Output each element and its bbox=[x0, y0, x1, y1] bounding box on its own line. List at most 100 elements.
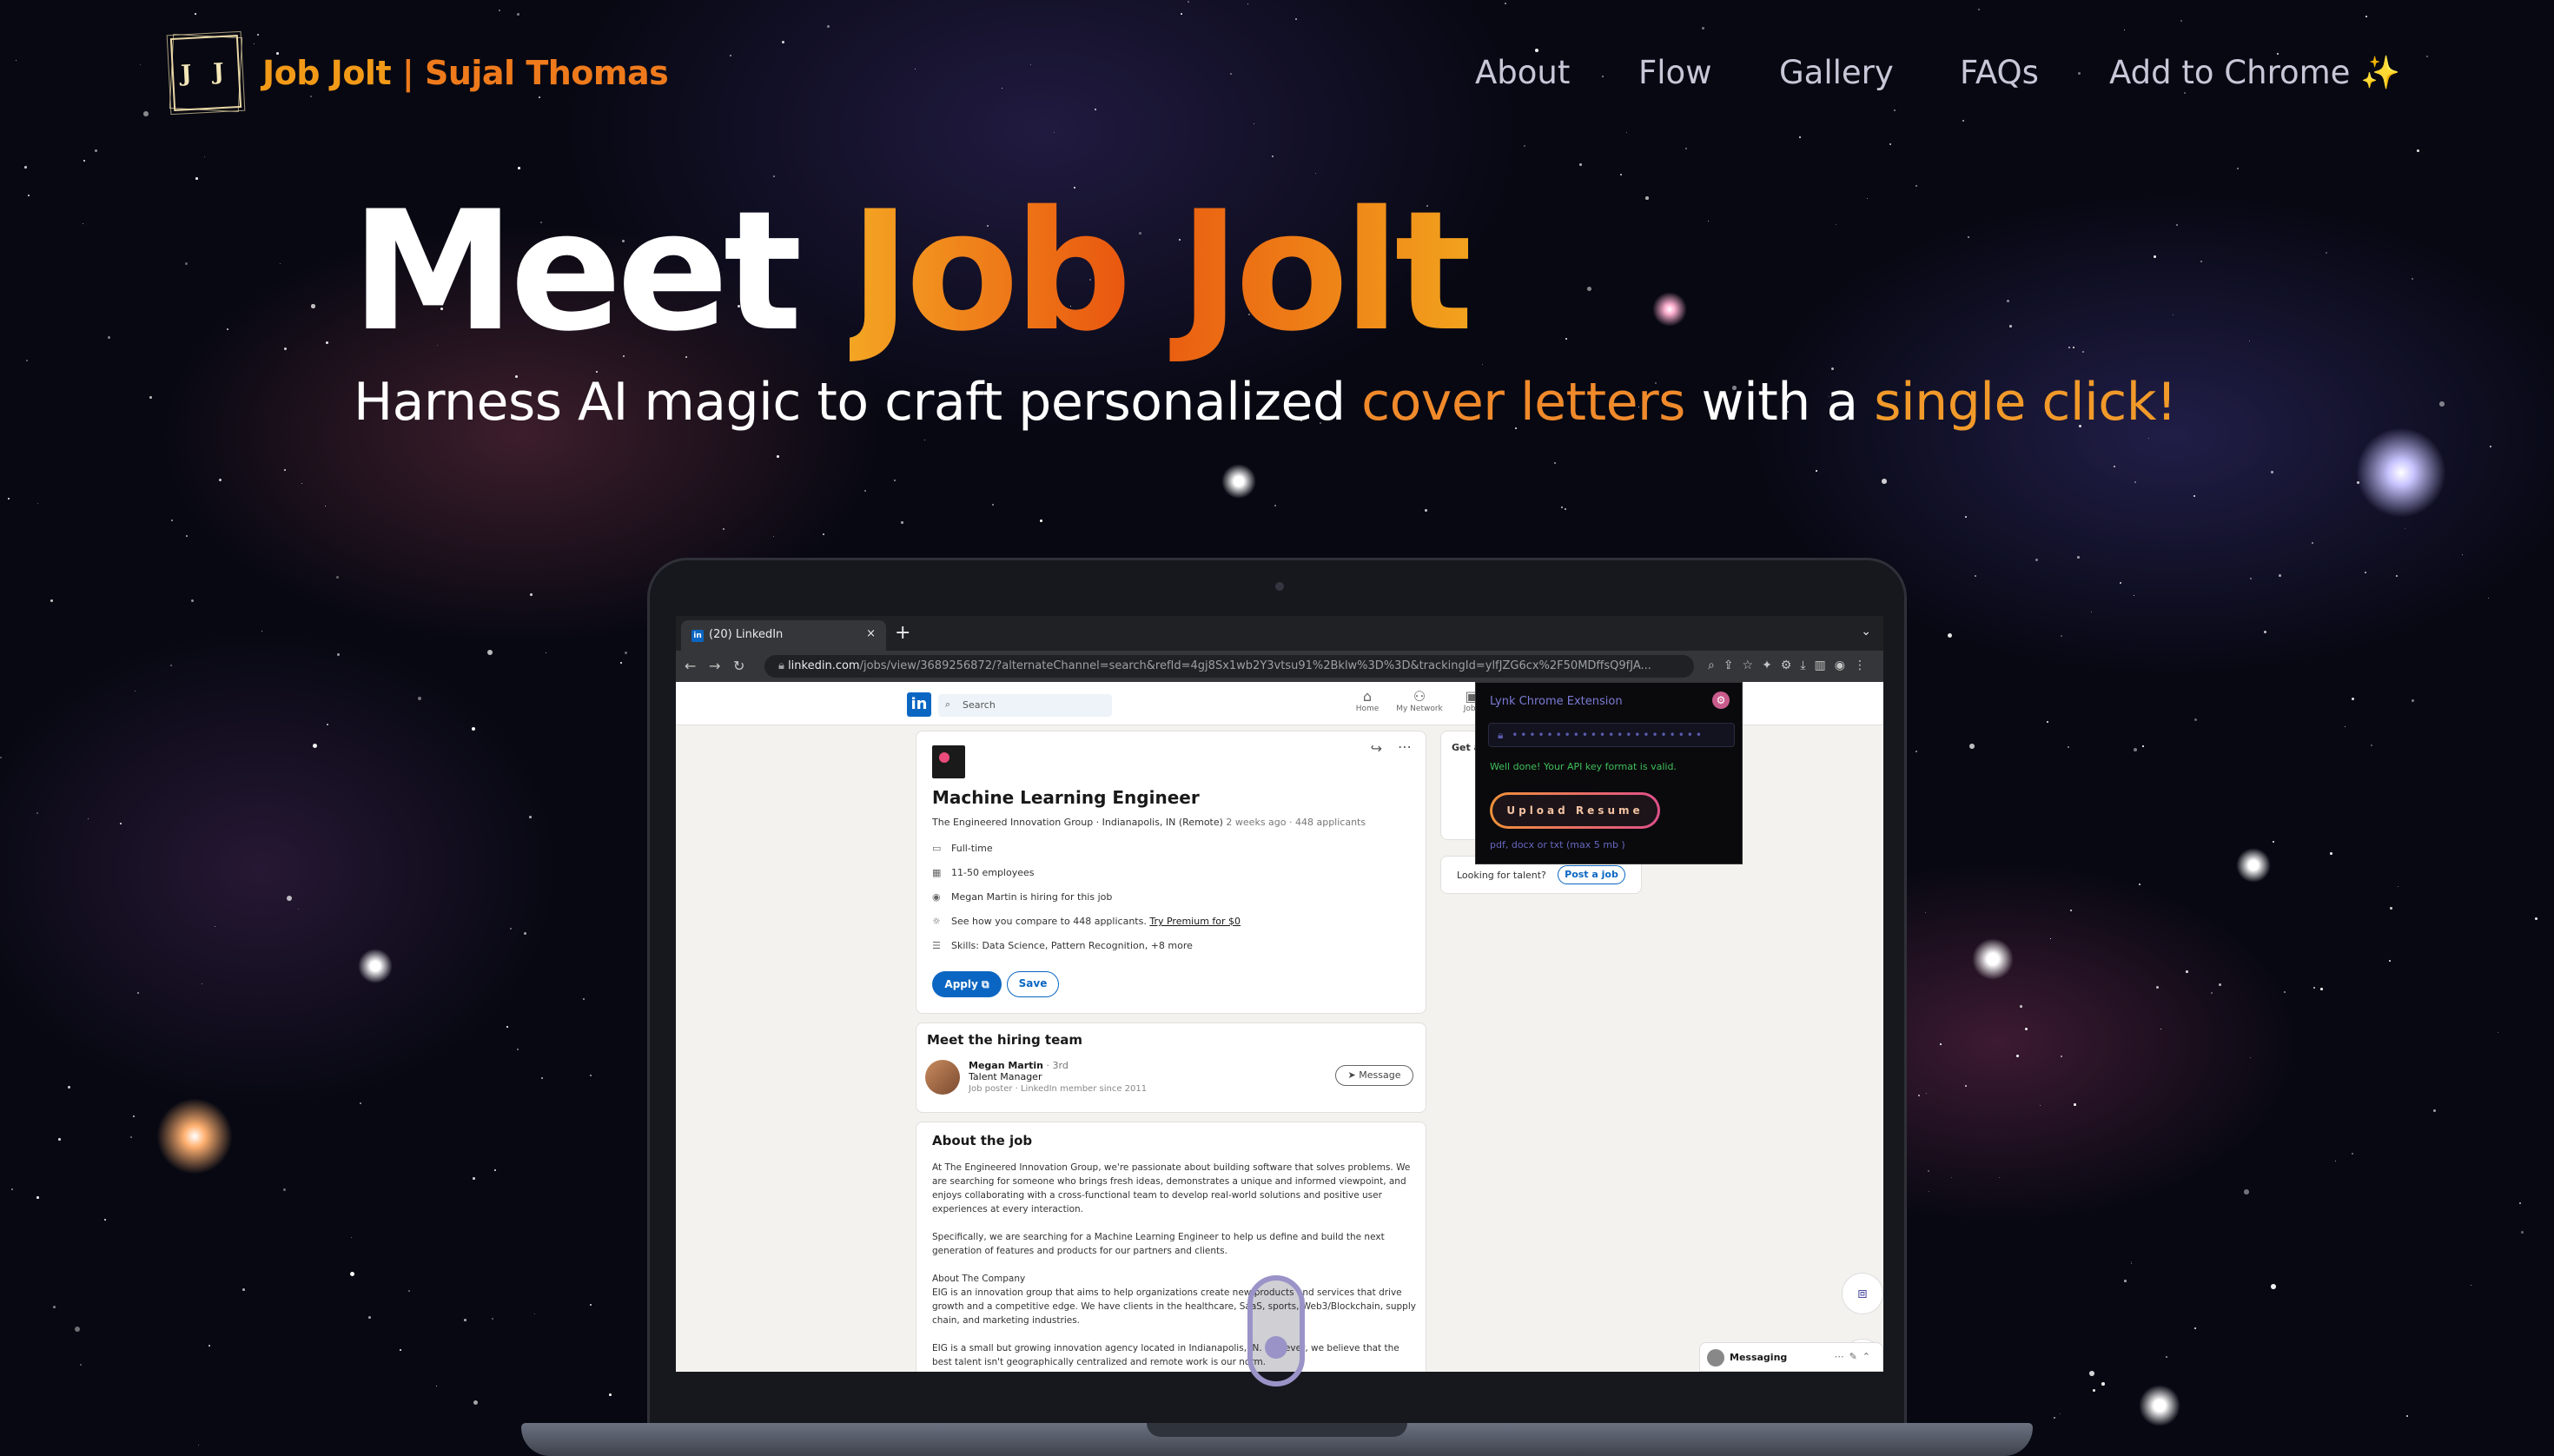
star bbox=[301, 483, 303, 485]
message-button[interactable]: ➤ Message bbox=[1335, 1065, 1413, 1086]
avatar[interactable] bbox=[925, 1060, 960, 1095]
post-job-button[interactable]: Post a job bbox=[1558, 865, 1625, 884]
browser-extension-icons[interactable]: ⌕⇪☆✦⚙⤓▥◉⋮ bbox=[1708, 659, 1875, 672]
star bbox=[2009, 325, 2012, 328]
api-key-value: •••••••••••••••••••••• bbox=[1512, 729, 1704, 741]
star bbox=[2271, 1284, 2276, 1289]
star bbox=[499, 10, 500, 11]
company-logo[interactable] bbox=[932, 745, 965, 778]
nav-faqs[interactable]: FAQs bbox=[1960, 54, 2039, 91]
star bbox=[351, 1237, 353, 1239]
recruiter-name[interactable]: Megan Martin bbox=[969, 1060, 1043, 1071]
star bbox=[1565, 508, 1566, 510]
job-title[interactable]: Machine Learning Engineer bbox=[932, 787, 1200, 808]
about-paragraph-4: EIG is a small but growing innovation ag… bbox=[932, 1343, 1399, 1367]
recruiter-meta: Job poster · LinkedIn member since 2011 bbox=[969, 1084, 1148, 1094]
star bbox=[2142, 745, 2144, 747]
linkedin-logo-icon[interactable]: in bbox=[907, 692, 931, 717]
messaging-bar[interactable]: Messaging ⋯✎⌃ bbox=[1699, 1342, 1883, 1372]
linkedin-nav-my-network[interactable]: ⚇ My Network bbox=[1393, 689, 1446, 714]
star bbox=[2093, 1389, 2095, 1392]
star bbox=[1962, 120, 1965, 122]
star bbox=[171, 520, 174, 522]
lock-icon: 🔒︎ bbox=[1498, 729, 1512, 741]
scroll-indicator-icon[interactable] bbox=[1247, 1275, 1305, 1387]
star bbox=[620, 662, 623, 665]
building-icon: ▦ bbox=[932, 867, 942, 878]
star bbox=[1965, 1085, 1967, 1087]
company-size-row: ▦ 11-50 employees bbox=[932, 867, 1035, 878]
upload-resume-button[interactable]: Upload Resume bbox=[1490, 792, 1660, 829]
star bbox=[298, 909, 300, 910]
star bbox=[2312, 542, 2313, 544]
url-path: /jobs/view/3689256872/?alternateChannel=… bbox=[859, 659, 1651, 672]
about-heading: About the job bbox=[932, 1133, 1033, 1148]
star bbox=[524, 932, 526, 935]
hero-title: Meet Job Jolt bbox=[351, 189, 1473, 354]
nav-add-to-chrome[interactable]: Add to Chrome ✨ bbox=[2109, 54, 2400, 92]
recruiter-degree: · 3rd bbox=[1043, 1060, 1069, 1071]
star bbox=[1181, 13, 1182, 15]
star bbox=[2061, 635, 2063, 638]
linkedin-search-input[interactable]: ⌕ Search bbox=[938, 694, 1112, 717]
star bbox=[864, 490, 867, 493]
star bbox=[88, 818, 89, 820]
star bbox=[135, 691, 136, 692]
hero-subtitle: Harness AI magic to craft personalized c… bbox=[354, 372, 2177, 433]
api-key-input[interactable]: 🔒︎ •••••••••••••••••••••• bbox=[1488, 723, 1735, 747]
star bbox=[1925, 912, 1927, 914]
star bbox=[2061, 1056, 2062, 1057]
premium-link[interactable]: Try Premium for $0 bbox=[1149, 916, 1241, 927]
save-button[interactable]: Save bbox=[1007, 971, 1059, 997]
star bbox=[2194, 718, 2198, 722]
new-tab-icon[interactable]: + bbox=[895, 622, 910, 644]
star bbox=[2016, 1055, 2019, 1057]
forward-arrow-icon[interactable]: → bbox=[709, 658, 720, 674]
browser-tab[interactable]: in (20) LinkedIn × bbox=[681, 620, 886, 651]
nav-about[interactable]: About bbox=[1475, 54, 1570, 91]
star bbox=[327, 724, 329, 726]
star bbox=[2194, 1327, 2197, 1330]
star bbox=[1867, 198, 1869, 200]
close-tab-icon[interactable]: × bbox=[866, 627, 876, 640]
linkedin-nav-home[interactable]: ⌂ Home bbox=[1341, 689, 1393, 714]
floating-tool-icon[interactable]: ⧈ bbox=[1842, 1273, 1883, 1314]
star bbox=[0, 757, 3, 759]
tab-search-chevron-icon[interactable]: ⌄ bbox=[1861, 625, 1871, 639]
nav-gallery[interactable]: Gallery bbox=[1779, 54, 1894, 91]
share-icon[interactable]: ↪ bbox=[1371, 740, 1382, 757]
star bbox=[894, 480, 897, 482]
star bbox=[2131, 1263, 2133, 1265]
star bbox=[1579, 163, 1582, 166]
apply-button[interactable]: Apply ⧉ bbox=[932, 971, 1002, 997]
star bbox=[1816, 470, 1817, 472]
star bbox=[2284, 991, 2286, 994]
star bbox=[37, 503, 39, 505]
glowing-star bbox=[2139, 1385, 2180, 1426]
star bbox=[337, 653, 340, 656]
star bbox=[186, 535, 188, 537]
star bbox=[2521, 1231, 2524, 1234]
star bbox=[2156, 986, 2159, 989]
upload-resume-label: Upload Resume bbox=[1492, 795, 1657, 826]
reload-icon[interactable]: ↻ bbox=[733, 658, 744, 674]
address-bar[interactable]: 🔒︎ linkedin.com/jobs/view/3689256872/?al… bbox=[764, 655, 1694, 678]
skills-text[interactable]: Skills: Data Science, Pattern Recognitio… bbox=[951, 940, 1193, 951]
company-size: 11-50 employees bbox=[951, 867, 1035, 878]
back-arrow-icon[interactable]: ← bbox=[685, 658, 696, 674]
star bbox=[1272, 156, 1274, 158]
star bbox=[1685, 148, 1688, 150]
star bbox=[494, 1169, 497, 1172]
more-options-icon[interactable]: ⋯ bbox=[1398, 738, 1412, 755]
star bbox=[472, 727, 476, 731]
messaging-actions-icons[interactable]: ⋯✎⌃ bbox=[1835, 1351, 1876, 1362]
skills-row: ☰ Skills: Data Science, Pattern Recogniti… bbox=[932, 940, 1193, 951]
settings-gear-icon[interactable]: ⚙ bbox=[1712, 692, 1730, 709]
nav-flow[interactable]: Flow bbox=[1638, 54, 1711, 91]
star bbox=[2070, 910, 2073, 912]
star bbox=[777, 455, 779, 458]
star bbox=[1894, 109, 1896, 112]
star bbox=[1561, 506, 1564, 509]
url-host: linkedin.com bbox=[788, 659, 860, 672]
star bbox=[517, 13, 519, 16]
